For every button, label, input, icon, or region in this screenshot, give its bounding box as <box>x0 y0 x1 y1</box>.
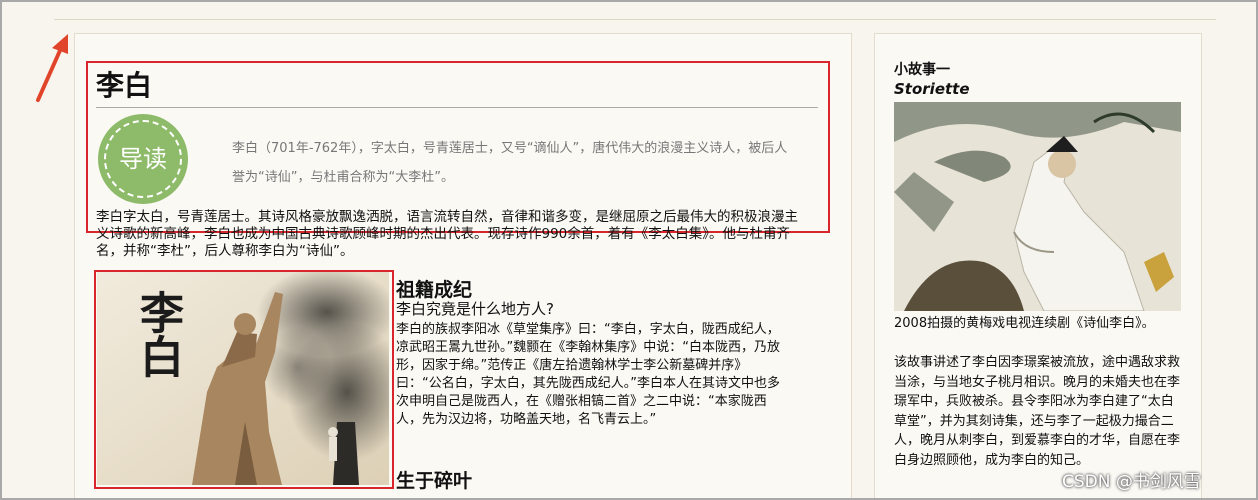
title-divider <box>96 107 818 108</box>
red-arrow-icon <box>32 32 76 104</box>
sidebar-subheading: Storiette <box>894 80 970 98</box>
page-title: 李白 <box>96 69 153 102</box>
watermark-text: CSDN @书剑风雪 <box>1062 472 1201 492</box>
sidebar-story: 该故事讲述了李白因李璟案被流放，途中遇敌求救当涂，与当地女子桃月相识。晚月的未婚… <box>894 355 1181 468</box>
intro-text: 李白（701年-762年），字太白，号青莲居士，又号“谪仙人”，唐代伟大的浪漫主… <box>232 141 788 185</box>
section-text-ancestry: 李白的族叔李阳冰《草堂集序》曰：“李白，字太白，陇西成纪人，凉武昭王暠九世孙。”… <box>396 322 780 427</box>
tv-drama-image <box>894 102 1181 311</box>
section-heading-birthplace: 生于碎叶 <box>396 470 473 492</box>
sidebar-caption: 2008拍摄的黄梅戏电视连续剧《诗仙李白》。 <box>894 316 1155 331</box>
top-divider <box>54 19 1216 20</box>
badge-label: 导读 <box>119 145 167 173</box>
portrait-calligraphy: 李白 <box>132 290 183 378</box>
intro-badge: 导读 <box>98 114 188 204</box>
sidebar-heading: 小故事一 <box>894 62 950 78</box>
section-question: 李白究竟是什么地方人? <box>396 300 554 318</box>
bio-paragraph: 李白字太白，号青莲居士。其诗风格豪放飘逸洒脱，语言流转自然，音律和谐多变，是继屈… <box>96 209 798 259</box>
